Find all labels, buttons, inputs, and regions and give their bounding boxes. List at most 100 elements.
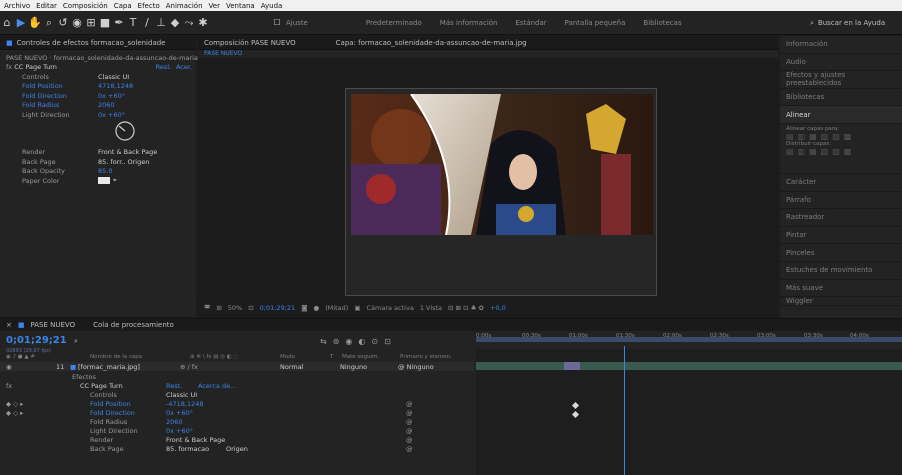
align-buttons-icon[interactable]: ▤▥▦▧▨▩ bbox=[786, 132, 896, 141]
playhead[interactable] bbox=[624, 346, 625, 475]
workspace-standard[interactable]: Estándar bbox=[516, 19, 547, 27]
always-preview-icon[interactable]: ◚ bbox=[204, 304, 210, 312]
layer-switches[interactable]: ⊕ / fx bbox=[180, 363, 280, 371]
panel-tracker[interactable]: Rastreador bbox=[780, 209, 902, 227]
timeline-about-link[interactable]: Acerca de... bbox=[198, 382, 236, 390]
region-icon[interactable]: ▣ bbox=[354, 304, 360, 312]
layer-name[interactable]: [formac_maria.jpg] bbox=[78, 363, 180, 371]
exposure-value[interactable]: +0,0 bbox=[490, 304, 506, 312]
render-queue-tab[interactable]: Cola de procesamiento bbox=[93, 321, 174, 329]
panel-audio[interactable]: Audio bbox=[780, 54, 902, 72]
snapshot-icon[interactable]: ◙ bbox=[301, 304, 307, 312]
composition-panel: Composición PASE NUEVO Capa: formacao_so… bbox=[198, 36, 778, 320]
shape-tool-icon[interactable]: ■ bbox=[98, 16, 112, 29]
workspace-learn[interactable]: Más información bbox=[440, 19, 498, 27]
panel-paint[interactable]: Pintar bbox=[780, 227, 902, 245]
resolution-dropdown[interactable]: (Mitad) bbox=[325, 304, 348, 312]
panel-character[interactable]: Carácter bbox=[780, 174, 902, 192]
puppet-tool-icon[interactable]: ✱ bbox=[196, 16, 210, 29]
layer-row[interactable]: ◉ 11 ■ [formac_maria.jpg] ⊕ / fx Normal … bbox=[0, 362, 474, 371]
effect-controls-tab[interactable]: ■ Controles de efectos formacao_solenida… bbox=[0, 36, 196, 50]
type-tool-icon[interactable]: T bbox=[126, 16, 140, 29]
distribute-buttons-icon[interactable]: ▤▥▦▧▨▩ bbox=[786, 147, 896, 156]
panel-motion-sketch[interactable]: Estuches de movimiento bbox=[780, 262, 902, 280]
effects-group-row[interactable]: Efectos bbox=[0, 372, 474, 381]
rotate-tool-icon[interactable]: ↺ bbox=[56, 16, 70, 29]
zoom-tool-icon[interactable]: ⌕ bbox=[42, 16, 56, 30]
timeline-search-icon[interactable]: ⌕ bbox=[74, 337, 78, 346]
panel-effects-presets[interactable]: Efectos y ajustes preestablecidos bbox=[780, 71, 902, 89]
comp-viewer[interactable] bbox=[198, 58, 778, 320]
pan-behind-tool-icon[interactable]: ⊞ bbox=[84, 16, 98, 29]
panel-libraries[interactable]: Bibliotecas bbox=[780, 89, 902, 107]
panel-align[interactable]: Alinear bbox=[780, 106, 902, 124]
workspace-libraries[interactable]: Bibliotecas bbox=[643, 19, 681, 27]
menu-ver[interactable]: Ver bbox=[209, 2, 220, 10]
light-direction-dial[interactable] bbox=[6, 120, 192, 148]
panel-paragraph[interactable]: Párrafo bbox=[780, 192, 902, 210]
menu-bar: Archivo Editar Composición Capa Efecto A… bbox=[0, 0, 902, 11]
panel-brushes[interactable]: Pinceles bbox=[780, 244, 902, 262]
timeline-switches-icon[interactable]: ⇆⊛◉◐⊙⊡ bbox=[320, 337, 397, 346]
search-help-input[interactable]: Buscar en la Ayuda bbox=[818, 19, 885, 27]
dial-icon[interactable] bbox=[114, 120, 136, 142]
timeline-track-area[interactable]: 0:00s 00:30s 01:00s 01:30s 02:00s 02:30s… bbox=[476, 333, 902, 475]
comp-canvas[interactable] bbox=[345, 88, 657, 296]
timeline-prop-row: ◆ ◇ ▸ Fold Position -4718,1248 @ bbox=[6, 399, 413, 408]
zoom-dropdown[interactable]: 50% bbox=[228, 304, 242, 312]
timeline-reset-link[interactable]: Rest. bbox=[166, 382, 198, 390]
toggle-icons[interactable]: ⊟ ⊠ ⊡ ♣ ✿ bbox=[448, 304, 484, 312]
brush-tool-icon[interactable]: / bbox=[140, 16, 154, 29]
menu-efecto[interactable]: Efecto bbox=[138, 2, 160, 10]
keyframe[interactable] bbox=[571, 410, 580, 419]
camera-tool-icon[interactable]: ◉ bbox=[70, 16, 84, 29]
menu-ventana[interactable]: Ventana bbox=[226, 2, 255, 10]
parent-pickwhip-icon[interactable]: @ bbox=[398, 363, 407, 371]
camera-dropdown[interactable]: Cámara activa bbox=[367, 304, 414, 312]
menu-ayuda[interactable]: Ayuda bbox=[261, 2, 283, 10]
pen-tool-icon[interactable]: ✒ bbox=[112, 16, 126, 29]
panel-info[interactable]: Información bbox=[780, 36, 902, 54]
current-time[interactable]: 0;01;29;21 bbox=[6, 335, 67, 346]
effect-about-link[interactable]: Acer. bbox=[176, 63, 192, 71]
home-icon[interactable]: ⌂ bbox=[0, 16, 14, 29]
layer-tab[interactable]: Capa: formacao_solenidade-da-assuncao-de… bbox=[336, 39, 527, 47]
timeline-tab[interactable]: PASE NUEVO bbox=[31, 321, 76, 329]
visibility-icon[interactable]: ◉ bbox=[0, 363, 56, 371]
workspace-small-screen[interactable]: Pantalla pequeña bbox=[565, 19, 626, 27]
menu-composicion[interactable]: Composición bbox=[63, 2, 108, 10]
views-dropdown[interactable]: 1 Vista bbox=[420, 304, 442, 312]
eyedropper-icon[interactable]: ⌖ bbox=[113, 176, 117, 185]
menu-archivo[interactable]: Archivo bbox=[4, 2, 30, 10]
search-help[interactable]: ⌕ Buscar en la Ayuda bbox=[810, 15, 902, 31]
layer-duration-bar[interactable] bbox=[476, 362, 902, 370]
layer-matte-dropdown[interactable]: Ninguno bbox=[340, 363, 398, 371]
align-checkbox-icon[interactable]: ☐ bbox=[270, 18, 284, 27]
workspace-default[interactable]: Predeterminado bbox=[366, 19, 422, 27]
comp-breadcrumb[interactable]: PASE NUEVO bbox=[198, 50, 778, 58]
effect-reset-link[interactable]: Rest. bbox=[156, 63, 172, 71]
channel-icon[interactable]: ● bbox=[314, 304, 320, 312]
time-ruler[interactable]: 0:00s 00:30s 01:00s 01:30s 02:00s 02:30s… bbox=[476, 333, 902, 349]
keyframe[interactable] bbox=[571, 401, 580, 410]
hand-tool-icon[interactable]: ✋ bbox=[28, 16, 42, 29]
panel-smoother[interactable]: Más suave bbox=[780, 280, 902, 298]
paper-color-swatch[interactable] bbox=[98, 177, 110, 185]
clone-tool-icon[interactable]: ⊥ bbox=[154, 16, 168, 29]
grid-icon[interactable]: ⊞ bbox=[216, 304, 221, 312]
menu-animacion[interactable]: Animación bbox=[166, 2, 203, 10]
layer-mode-dropdown[interactable]: Normal bbox=[280, 363, 340, 371]
selection-tool-icon[interactable]: ▶ bbox=[14, 16, 28, 29]
layer-bar-segment[interactable] bbox=[564, 362, 580, 370]
effect-row[interactable]: fx CC Page Turn Rest. Acerca de... bbox=[0, 381, 474, 390]
eraser-tool-icon[interactable]: ◆ bbox=[168, 16, 182, 29]
panel-wiggler[interactable]: Wiggler bbox=[780, 297, 902, 307]
composition-tab[interactable]: Composición PASE NUEVO bbox=[204, 39, 296, 47]
fit-icon[interactable]: ⊡ bbox=[248, 304, 253, 312]
comp-timecode[interactable]: 0;01;29;21 bbox=[260, 304, 296, 312]
roto-tool-icon[interactable]: ⤳ bbox=[182, 16, 196, 30]
menu-capa[interactable]: Capa bbox=[114, 2, 132, 10]
layer-parent-dropdown[interactable]: Ninguno bbox=[407, 363, 434, 371]
menu-editar[interactable]: Editar bbox=[36, 2, 57, 10]
close-icon[interactable]: × bbox=[6, 321, 12, 329]
